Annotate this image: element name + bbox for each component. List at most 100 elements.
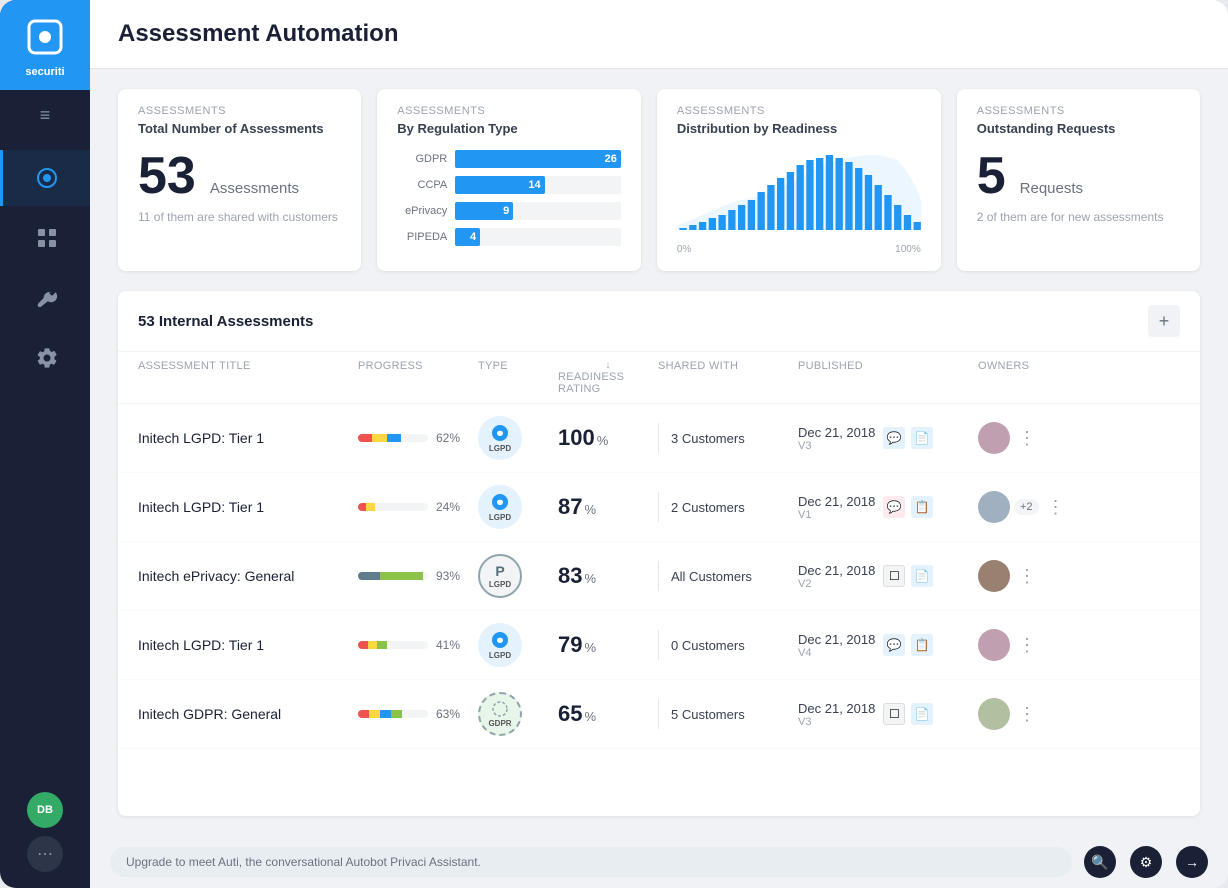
stat-label-outstanding: Assessments xyxy=(977,105,1180,117)
row5-checkbox-icon[interactable]: ☐ xyxy=(883,703,905,725)
col-header-owners: Owners xyxy=(978,360,1078,395)
row1-shared: 3 Customers xyxy=(658,423,798,453)
sidebar-item-dashboard[interactable] xyxy=(0,210,90,266)
stat-unit-outstanding: Requests xyxy=(1020,180,1083,197)
stat-title-outstanding: Outstanding Requests xyxy=(977,121,1180,136)
row5-owners: ⋮ xyxy=(978,698,1078,730)
row1-title: Initech LGPD: Tier 1 xyxy=(138,430,358,446)
filter-icon-btn[interactable]: ⚙ xyxy=(1130,846,1162,878)
row3-more-menu[interactable]: ⋮ xyxy=(1018,566,1036,587)
row5-title: Initech GDPR: General xyxy=(138,706,358,722)
stat-unit-total: Assessments xyxy=(210,180,299,197)
row4-more-menu[interactable]: ⋮ xyxy=(1018,635,1036,656)
col-header-type: Type xyxy=(478,360,558,395)
table-title: 53 Internal Assessments xyxy=(138,313,313,330)
bottom-bar: Upgrade to meet Auti, the conversational… xyxy=(90,836,1228,888)
sidebar-logo: securiti xyxy=(0,0,90,90)
row2-chat-icon[interactable]: 💬 xyxy=(883,496,905,518)
bottom-icons: 🔍 ⚙ → xyxy=(1084,846,1208,878)
bar-eprivacy: ePrivacy 9 xyxy=(397,202,621,220)
row5-type: GDPR xyxy=(478,692,558,736)
row5-progress: 63% xyxy=(358,707,478,721)
row2-type: LGPD xyxy=(478,485,558,529)
row5-published: Dec 21, 2018 V3 ☐ 📄 xyxy=(798,701,978,728)
row2-title: Initech LGPD: Tier 1 xyxy=(138,499,358,515)
page-header: Assessment Automation xyxy=(90,0,1228,69)
row3-readiness: 83 % xyxy=(558,563,658,589)
row2-progress: 24% xyxy=(358,500,478,514)
dashboard-icon xyxy=(35,226,59,250)
add-assessment-button[interactable]: + xyxy=(1148,305,1180,337)
row4-readiness: 79 % xyxy=(558,632,658,658)
search-icon-btn[interactable]: 🔍 xyxy=(1084,846,1116,878)
stat-card-outstanding: Assessments Outstanding Requests 5 Reque… xyxy=(957,89,1200,271)
row2-shared: 2 Customers xyxy=(658,492,798,522)
row2-owners: +2 ⋮ xyxy=(978,491,1078,523)
stats-row: Assessments Total Number of Assessments … xyxy=(90,69,1228,291)
stat-card-total: Assessments Total Number of Assessments … xyxy=(118,89,361,271)
table-column-headers: Assessment Title Progress Type ↓ Readine… xyxy=(118,352,1200,404)
row3-title: Initech ePrivacy: General xyxy=(138,568,358,584)
row5-shared: 5 Customers xyxy=(658,699,798,729)
row1-doc-icon[interactable]: 📄 xyxy=(911,427,933,449)
stat-sub-outstanding: 2 of them are for new assessments xyxy=(977,210,1180,224)
stat-title-regulation: By Regulation Type xyxy=(397,121,621,136)
row4-shared: 0 Customers xyxy=(658,630,798,660)
table-header-row: 53 Internal Assessments + xyxy=(118,291,1200,352)
col-header-progress: Progress xyxy=(358,360,478,395)
lgpd-icon3 xyxy=(490,630,510,650)
bar-ccpa: CCPA 14 xyxy=(397,176,621,194)
row1-owner-avatar xyxy=(978,422,1010,454)
row3-progress: 93% xyxy=(358,569,478,583)
row3-doc-icon[interactable]: 📄 xyxy=(911,565,933,587)
stat-count-outstanding: 5 xyxy=(977,150,1006,202)
lgpd-icon2 xyxy=(490,492,510,512)
row4-progress: 41% xyxy=(358,638,478,652)
row3-shared: All Customers xyxy=(658,561,798,591)
row4-owners: ⋮ xyxy=(978,629,1078,661)
row2-owner-avatar xyxy=(978,491,1010,523)
bar-pipeda: PIPEDA 4 xyxy=(397,228,621,246)
sidebar-item-privacy[interactable] xyxy=(0,150,90,206)
bar-chart: GDPR 26 CCPA 14 ePrivacy 9 PIPEDA 4 xyxy=(397,150,621,246)
row3-owners: ⋮ xyxy=(978,560,1078,592)
row1-chat-icon[interactable]: 💬 xyxy=(883,427,905,449)
row2-doc-icon[interactable]: 📋 xyxy=(911,496,933,518)
row2-more-menu[interactable]: ⋮ xyxy=(1047,497,1065,518)
sidebar-nav xyxy=(0,140,90,792)
privacy-icon xyxy=(35,166,59,190)
row5-readiness: 65 % xyxy=(558,701,658,727)
stat-count-total: 53 xyxy=(138,150,196,202)
row4-title: Initech LGPD: Tier 1 xyxy=(138,637,358,653)
sidebar: securiti ≡ DB ⋯ xyxy=(0,0,90,888)
row5-doc-icon[interactable]: 📄 xyxy=(911,703,933,725)
row4-chat-icon[interactable]: 💬 xyxy=(883,634,905,656)
histogram-svg xyxy=(677,150,921,230)
dots-menu[interactable]: ⋯ xyxy=(27,836,63,872)
row4-owner-avatar xyxy=(978,629,1010,661)
stat-card-distribution: Assessments Distribution by Readiness xyxy=(657,89,941,271)
row3-checkbox-icon[interactable]: ☐ xyxy=(883,565,905,587)
sidebar-item-tools[interactable] xyxy=(0,270,90,326)
menu-toggle-button[interactable]: ≡ xyxy=(0,90,90,140)
chat-bubble: Upgrade to meet Auti, the conversational… xyxy=(110,847,1072,877)
row1-more-menu[interactable]: ⋮ xyxy=(1018,428,1036,449)
row4-doc-icon[interactable]: 📋 xyxy=(911,634,933,656)
row3-owner-avatar xyxy=(978,560,1010,592)
user-avatar[interactable]: DB xyxy=(27,792,63,828)
gdpr-icon xyxy=(491,700,509,718)
histogram xyxy=(677,150,921,240)
sidebar-item-settings[interactable] xyxy=(0,330,90,386)
main-content: Assessment Automation Assessments Total … xyxy=(90,0,1228,888)
stat-sub-total: 11 of them are shared with customers xyxy=(138,210,341,224)
table-row: Initech GDPR: General 63% xyxy=(118,680,1200,749)
expand-icon-btn[interactable]: → xyxy=(1176,846,1208,878)
row2-published: Dec 21, 2018 V1 💬 📋 xyxy=(798,494,978,521)
dots-icon: ⋯ xyxy=(37,844,53,864)
row1-published: Dec 21, 2018 V3 💬 📄 xyxy=(798,425,978,452)
row4-type: LGPD xyxy=(478,623,558,667)
page-title: Assessment Automation xyxy=(118,20,1200,68)
row3-published: Dec 21, 2018 V2 ☐ 📄 xyxy=(798,563,978,590)
row5-more-menu[interactable]: ⋮ xyxy=(1018,704,1036,725)
row2-readiness: 87 % xyxy=(558,494,658,520)
